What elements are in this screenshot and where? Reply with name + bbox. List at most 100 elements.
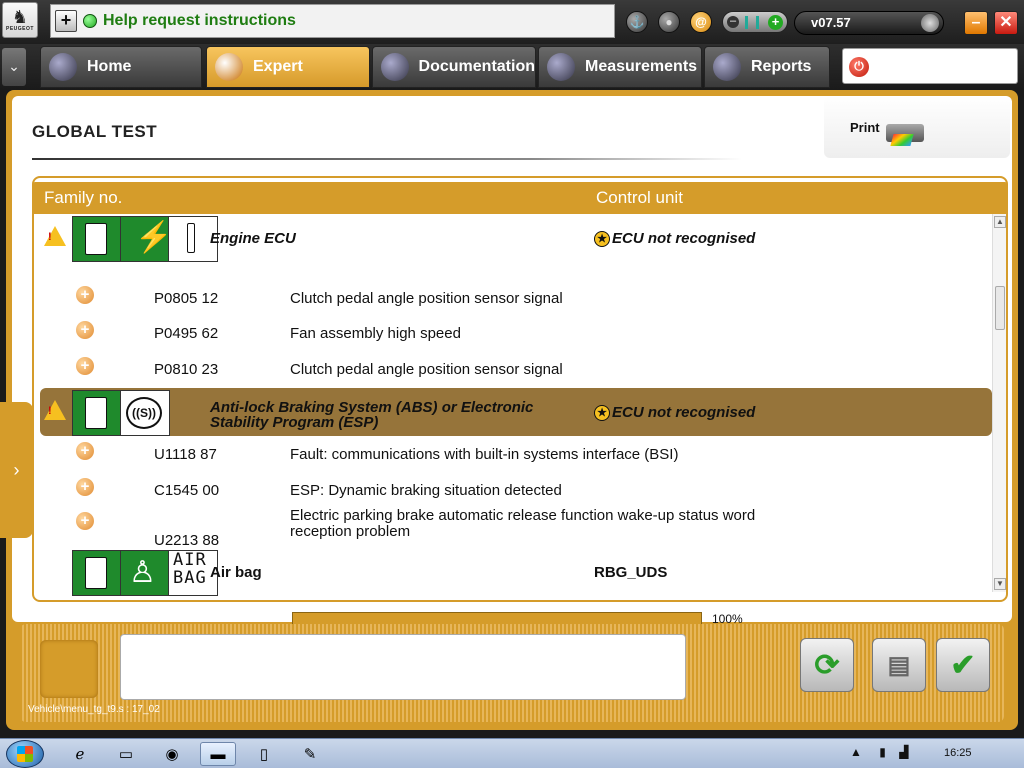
start-button[interactable]: [6, 740, 44, 768]
at-icon[interactable]: @: [690, 11, 712, 33]
tab-reports[interactable]: Reports: [704, 46, 830, 88]
ecu-row-engine[interactable]: ! ⚡ Engine ECU ★ ECU not recognised: [34, 214, 994, 262]
airbag-icon: AIR BAG: [173, 551, 207, 587]
seatbelt-icon: ♙: [129, 556, 156, 589]
ecu-list: Family no. Control unit ! ⚡ Engine ECU ★…: [32, 176, 1008, 602]
expand-icon[interactable]: +: [76, 442, 94, 460]
clock: 16:25: [944, 747, 972, 759]
status-square: [40, 640, 98, 698]
waveform-icon: [547, 53, 575, 81]
confirm-button[interactable]: ✔: [936, 638, 990, 692]
ecu-status: ★ ECU not recognised: [594, 404, 755, 421]
version-text: v07.57: [811, 15, 851, 30]
abs-ecu-icon: ((S)): [72, 390, 170, 436]
print-button[interactable]: Print: [824, 96, 1010, 158]
action-panel: ⟳ ▤ ✔ Vehicle\menu_tg_t9.s : 17_02: [20, 624, 1004, 722]
show-hidden-icon[interactable]: ▲: [850, 745, 862, 759]
tab-home[interactable]: Home: [40, 46, 202, 88]
side-expand-tab[interactable]: ›: [0, 402, 33, 538]
print-label: Print: [850, 120, 880, 135]
paint-icon[interactable]: ✎: [292, 742, 328, 766]
dial-icon[interactable]: [921, 14, 939, 32]
airbag-icon-text: BAG: [173, 568, 207, 588]
ecu-status: RBG_UDS: [594, 564, 667, 581]
windows-icon: [17, 746, 33, 762]
plus-icon: +: [768, 15, 783, 30]
expand-icon[interactable]: +: [76, 286, 94, 304]
fault-description: Clutch pedal angle position sensor signa…: [290, 361, 563, 378]
scroll-down-icon[interactable]: ▼: [994, 578, 1006, 590]
help-request-text: Help request instructions: [103, 12, 296, 29]
tab-label: Reports: [751, 58, 812, 75]
user-icon[interactable]: ●: [658, 11, 680, 33]
title-underline: [32, 158, 742, 160]
airbag-icon-text: AIR: [173, 550, 207, 570]
printer-icon: [886, 114, 924, 148]
system-tray: ▲ ▮ ▟: [850, 745, 908, 759]
tab-measurements[interactable]: Measurements: [538, 46, 702, 88]
taskbar: ℯ ▭ ◉ ▬ ▯ ✎ ▲ ▮ ▟ 16:25: [0, 738, 1024, 768]
close-button[interactable]: ✕: [994, 11, 1018, 35]
ecu-name: Anti-lock Braking System (ABS) or Electr…: [210, 400, 533, 430]
fault-description: Clutch pedal angle position sensor signa…: [290, 290, 563, 307]
book-icon: [381, 53, 409, 81]
signal-icon[interactable]: ▟: [899, 745, 908, 759]
star-icon: ★: [594, 404, 610, 421]
chrome-icon[interactable]: ◉: [154, 742, 190, 766]
main-panel: GLOBAL TEST Print Family no. Control uni…: [0, 90, 1018, 730]
expand-icon[interactable]: +: [76, 512, 94, 530]
tab-label: Measurements: [585, 58, 698, 75]
ecu-name-line: Anti-lock Braking System (ABS) or Electr…: [210, 399, 534, 416]
peugeot-logo: ♞ PEUGEOT: [2, 2, 38, 38]
fault-row[interactable]: + P0810 23 Clutch pedal angle position s…: [34, 355, 994, 385]
ie-icon[interactable]: ℯ: [62, 742, 98, 766]
vertical-scrollbar[interactable]: ▲ ▼: [992, 214, 1006, 592]
fault-row[interactable]: + P0805 12 Clutch pedal angle position s…: [34, 284, 994, 314]
scroll-up-icon[interactable]: ▲: [994, 216, 1006, 228]
expand-icon[interactable]: +: [76, 478, 94, 496]
minimize-button[interactable]: –: [964, 11, 988, 35]
expand-icon[interactable]: +: [76, 321, 94, 339]
table-header: Family no. Control unit: [34, 182, 1006, 214]
fault-row[interactable]: + P0495 62 Fan assembly high speed: [34, 319, 994, 349]
power-panel[interactable]: ⏻: [842, 48, 1018, 84]
ecu-row-airbag[interactable]: ♙ AIR BAG Air bag RBG_UDS: [34, 548, 994, 596]
expand-icon[interactable]: +: [76, 357, 94, 375]
logo-text: PEUGEOT: [6, 26, 34, 32]
chevron-down-icon[interactable]: ⌄: [2, 48, 26, 86]
ecu-name: Engine ECU: [210, 230, 296, 247]
refresh-button[interactable]: ⟳: [800, 638, 854, 692]
fault-row[interactable]: + C1545 00 ESP: Dynamic braking situatio…: [34, 476, 994, 506]
lion-icon: ♞: [11, 7, 29, 27]
folder-icon[interactable]: ▭: [108, 742, 144, 766]
notepad-icon[interactable]: ▯: [246, 742, 282, 766]
signal-bars-icon: [745, 16, 759, 29]
ecu-name: Air bag: [210, 564, 262, 581]
fault-row[interactable]: + U1118 87 Fault: communications with bu…: [34, 440, 994, 470]
battery-icon[interactable]: ▮: [879, 745, 886, 759]
scroll-thumb[interactable]: [995, 286, 1005, 330]
tab-expert[interactable]: Expert: [206, 46, 370, 88]
anchor-icon[interactable]: ⚓: [626, 11, 648, 33]
app-icon[interactable]: ▬: [200, 742, 236, 766]
content-area: GLOBAL TEST Print Family no. Control uni…: [12, 96, 1012, 628]
help-request-bar[interactable]: + Help request instructions: [50, 4, 615, 38]
add-icon[interactable]: +: [55, 10, 77, 32]
ecu-row-abs-esp[interactable]: ! ((S)) Anti-lock Braking System (ABS) o…: [40, 388, 992, 436]
minus-icon: –: [727, 16, 739, 28]
ecu-name-line: Stability Program (ESP): [210, 414, 379, 431]
message-box: [120, 634, 686, 700]
report-icon: [713, 53, 741, 81]
fault-code: P0805 12: [154, 290, 219, 307]
ecu-status-text: RBG_UDS: [594, 564, 668, 581]
print-report-button[interactable]: ▤: [872, 638, 926, 692]
menu-path: Vehicle\menu_tg_t9.s : 17_02: [28, 704, 160, 715]
airbag-ecu-icon: ♙ AIR BAG: [72, 550, 218, 596]
fault-description: Fan assembly high speed: [290, 325, 461, 342]
tab-documentation[interactable]: Documentation: [372, 46, 536, 88]
fault-row[interactable]: + U2213 88 Electric parking brake automa…: [34, 508, 994, 549]
fault-code: U2213 88: [154, 532, 220, 549]
power-icon[interactable]: ⏻: [849, 57, 869, 77]
lightning-icon: ⚡: [135, 221, 173, 254]
connection-toggle[interactable]: – +: [722, 11, 788, 33]
